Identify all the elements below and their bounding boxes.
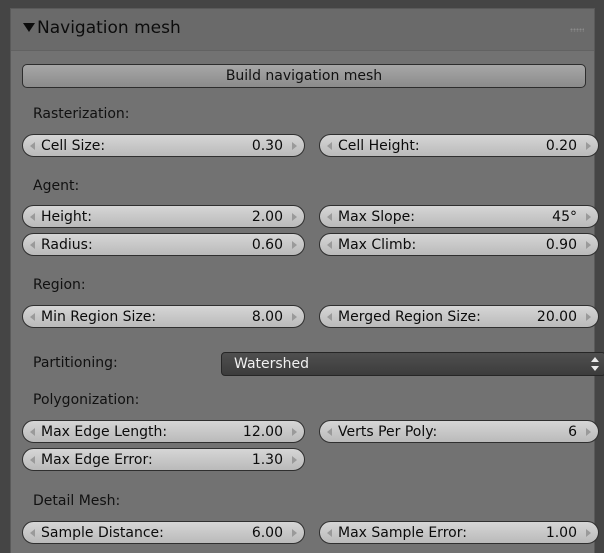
field-value: 45° bbox=[552, 209, 577, 225]
arrow-right-icon[interactable] bbox=[586, 241, 591, 249]
field-value: 8.00 bbox=[251, 309, 283, 325]
partitioning-label: Partitioning: bbox=[33, 355, 118, 371]
section-detail-mesh: Detail Mesh: bbox=[33, 493, 121, 509]
field-label: Verts Per Poly: bbox=[338, 424, 438, 440]
field-label: Max Slope: bbox=[338, 209, 415, 225]
arrow-left-icon[interactable] bbox=[30, 313, 35, 321]
section-rasterization: Rasterization: bbox=[33, 106, 130, 122]
field-label: Radius: bbox=[41, 237, 93, 253]
arrow-left-icon[interactable] bbox=[30, 142, 35, 150]
triangle-down-icon[interactable] bbox=[23, 23, 35, 32]
field-value: 20.00 bbox=[536, 309, 577, 325]
partitioning-value: Watershed bbox=[234, 356, 310, 372]
field-value: 0.60 bbox=[251, 237, 283, 253]
arrow-right-icon[interactable] bbox=[586, 313, 591, 321]
arrow-right-icon[interactable] bbox=[292, 241, 297, 249]
field-value: 1.30 bbox=[251, 452, 283, 468]
panel-header[interactable]: Navigation mesh bbox=[11, 9, 594, 51]
max-climb-field[interactable]: Max Climb: 0.90 bbox=[319, 233, 599, 256]
field-value: 0.30 bbox=[251, 138, 283, 154]
drag-grip-icon[interactable] bbox=[570, 28, 584, 32]
field-value: 0.90 bbox=[545, 237, 577, 253]
max-edge-length-field[interactable]: Max Edge Length: 12.00 bbox=[22, 420, 305, 443]
field-label: Cell Size: bbox=[41, 138, 106, 154]
arrow-left-icon[interactable] bbox=[327, 313, 332, 321]
arrow-right-icon[interactable] bbox=[292, 428, 297, 436]
arrow-right-icon[interactable] bbox=[586, 428, 591, 436]
field-label: Cell Height: bbox=[338, 138, 420, 154]
arrow-left-icon[interactable] bbox=[30, 456, 35, 464]
navigation-mesh-panel: Navigation mesh Build navigation mesh Ra… bbox=[10, 8, 604, 553]
arrow-right-icon[interactable] bbox=[292, 456, 297, 464]
field-value: 6.00 bbox=[251, 525, 283, 541]
field-value: 1.00 bbox=[545, 525, 577, 541]
field-value: 6 bbox=[568, 424, 577, 440]
arrow-left-icon[interactable] bbox=[327, 529, 332, 537]
max-sample-error-field[interactable]: Max Sample Error: 1.00 bbox=[319, 521, 599, 544]
height-field[interactable]: Height: 2.00 bbox=[22, 205, 305, 228]
max-slope-field[interactable]: Max Slope: 45° bbox=[319, 205, 599, 228]
field-label: Max Sample Error: bbox=[338, 525, 467, 541]
partitioning-dropdown[interactable]: Watershed bbox=[221, 352, 604, 376]
arrow-right-icon[interactable] bbox=[586, 142, 591, 150]
field-value: 12.00 bbox=[242, 424, 283, 440]
arrow-left-icon[interactable] bbox=[30, 241, 35, 249]
section-region: Region: bbox=[33, 277, 86, 293]
arrow-left-icon[interactable] bbox=[327, 241, 332, 249]
field-value: 2.00 bbox=[251, 209, 283, 225]
section-polygonization: Polygonization: bbox=[33, 392, 140, 408]
arrow-right-icon[interactable] bbox=[586, 529, 591, 537]
updown-arrows-icon bbox=[591, 357, 599, 371]
sample-distance-field[interactable]: Sample Distance: 6.00 bbox=[22, 521, 305, 544]
arrow-right-icon[interactable] bbox=[292, 529, 297, 537]
verts-per-poly-field[interactable]: Verts Per Poly: 6 bbox=[319, 420, 599, 443]
arrow-left-icon[interactable] bbox=[30, 428, 35, 436]
arrow-right-icon[interactable] bbox=[292, 142, 297, 150]
cell-height-field[interactable]: Cell Height: 0.20 bbox=[319, 134, 599, 157]
merged-region-size-field[interactable]: Merged Region Size: 20.00 bbox=[319, 305, 599, 328]
field-value: 0.20 bbox=[545, 138, 577, 154]
field-label: Merged Region Size: bbox=[338, 309, 481, 325]
arrow-left-icon[interactable] bbox=[327, 213, 332, 221]
field-label: Max Edge Error: bbox=[41, 452, 153, 468]
radius-field[interactable]: Radius: 0.60 bbox=[22, 233, 305, 256]
panel-title: Navigation mesh bbox=[37, 18, 181, 38]
arrow-left-icon[interactable] bbox=[30, 529, 35, 537]
section-agent: Agent: bbox=[33, 178, 80, 194]
arrow-left-icon[interactable] bbox=[30, 213, 35, 221]
arrow-left-icon[interactable] bbox=[327, 428, 332, 436]
min-region-size-field[interactable]: Min Region Size: 8.00 bbox=[22, 305, 305, 328]
arrow-right-icon[interactable] bbox=[292, 313, 297, 321]
arrow-left-icon[interactable] bbox=[327, 142, 332, 150]
field-label: Max Edge Length: bbox=[41, 424, 168, 440]
arrow-right-icon[interactable] bbox=[586, 213, 591, 221]
field-label: Sample Distance: bbox=[41, 525, 164, 541]
field-label: Min Region Size: bbox=[41, 309, 157, 325]
build-navigation-mesh-button[interactable]: Build navigation mesh bbox=[22, 64, 586, 88]
field-label: Height: bbox=[41, 209, 92, 225]
cell-size-field[interactable]: Cell Size: 0.30 bbox=[22, 134, 305, 157]
arrow-right-icon[interactable] bbox=[292, 213, 297, 221]
max-edge-error-field[interactable]: Max Edge Error: 1.30 bbox=[22, 448, 305, 471]
field-label: Max Climb: bbox=[338, 237, 417, 253]
